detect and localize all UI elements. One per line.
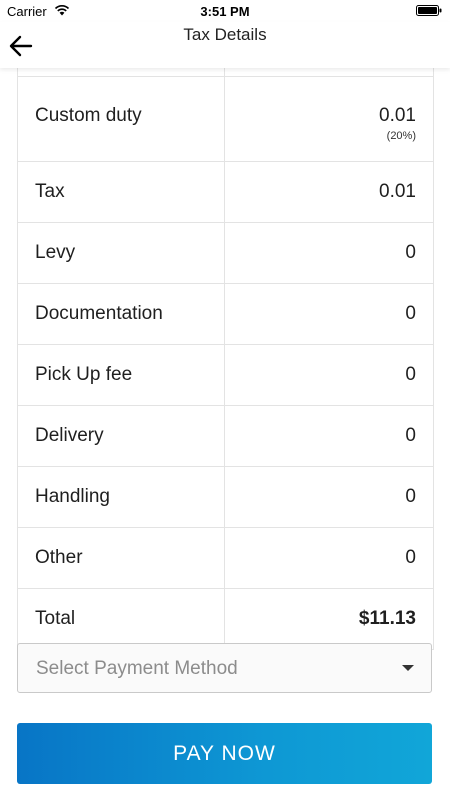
table-row-delivery: Delivery 0	[18, 406, 433, 467]
tax-details-table: Custom duty 0.01 (20%) Tax 0.01 Levy 0 D…	[17, 68, 434, 650]
table-row-documentation: Documentation 0	[18, 284, 433, 345]
row-label: Custom duty	[18, 77, 225, 161]
row-value: 0	[405, 303, 416, 324]
table-row-custom-duty: Custom duty 0.01 (20%)	[18, 77, 433, 162]
row-value: 0	[405, 425, 416, 446]
row-value: 0	[405, 486, 416, 507]
row-label: Tax	[18, 162, 225, 222]
row-value-cell: 0	[225, 467, 433, 527]
row-label: Other	[18, 528, 225, 588]
caret-down-icon	[402, 665, 414, 671]
row-label: Total	[18, 589, 225, 649]
battery-icon	[416, 5, 442, 16]
row-label: Delivery	[18, 406, 225, 466]
row-value-percentage: (20%)	[386, 130, 416, 142]
row-label: Handling	[18, 467, 225, 527]
row-value-cell: 0	[225, 345, 433, 405]
table-row-tax: Tax 0.01	[18, 162, 433, 223]
navigation-bar: Tax Details	[0, 22, 450, 68]
table-top-strip	[18, 68, 433, 77]
row-value-cell: 0	[225, 528, 433, 588]
page-title: Tax Details	[183, 25, 267, 44]
table-row-total: Total $11.13	[18, 589, 433, 650]
row-value: 0	[405, 364, 416, 385]
payment-method-placeholder: Select Payment Method	[36, 658, 238, 679]
row-label: Levy	[18, 223, 225, 283]
row-label: Documentation	[18, 284, 225, 344]
row-value-cell: $11.13	[225, 589, 433, 649]
table-row-other: Other 0	[18, 528, 433, 589]
table-row-pick-up-fee: Pick Up fee 0	[18, 345, 433, 406]
total-value: $11.13	[358, 608, 416, 629]
row-value: 0	[405, 242, 416, 263]
row-value: 0	[405, 547, 416, 568]
row-value: 0.01	[379, 105, 416, 126]
row-value-cell: 0	[225, 406, 433, 466]
row-value-cell: 0	[225, 284, 433, 344]
row-value-cell: 0	[225, 223, 433, 283]
status-bar: Carrier 3:51 PM	[0, 0, 450, 22]
status-time: 3:51 PM	[200, 4, 250, 19]
payment-method-select[interactable]: Select Payment Method	[17, 643, 432, 693]
pay-now-button[interactable]: PAY NOW	[17, 723, 432, 784]
table-row-handling: Handling 0	[18, 467, 433, 528]
row-value-cell: 0.01	[225, 162, 433, 222]
table-row-levy: Levy 0	[18, 223, 433, 284]
row-label: Pick Up fee	[18, 345, 225, 405]
row-value-cell: 0.01 (20%)	[225, 77, 433, 161]
row-value: 0.01	[379, 181, 416, 202]
